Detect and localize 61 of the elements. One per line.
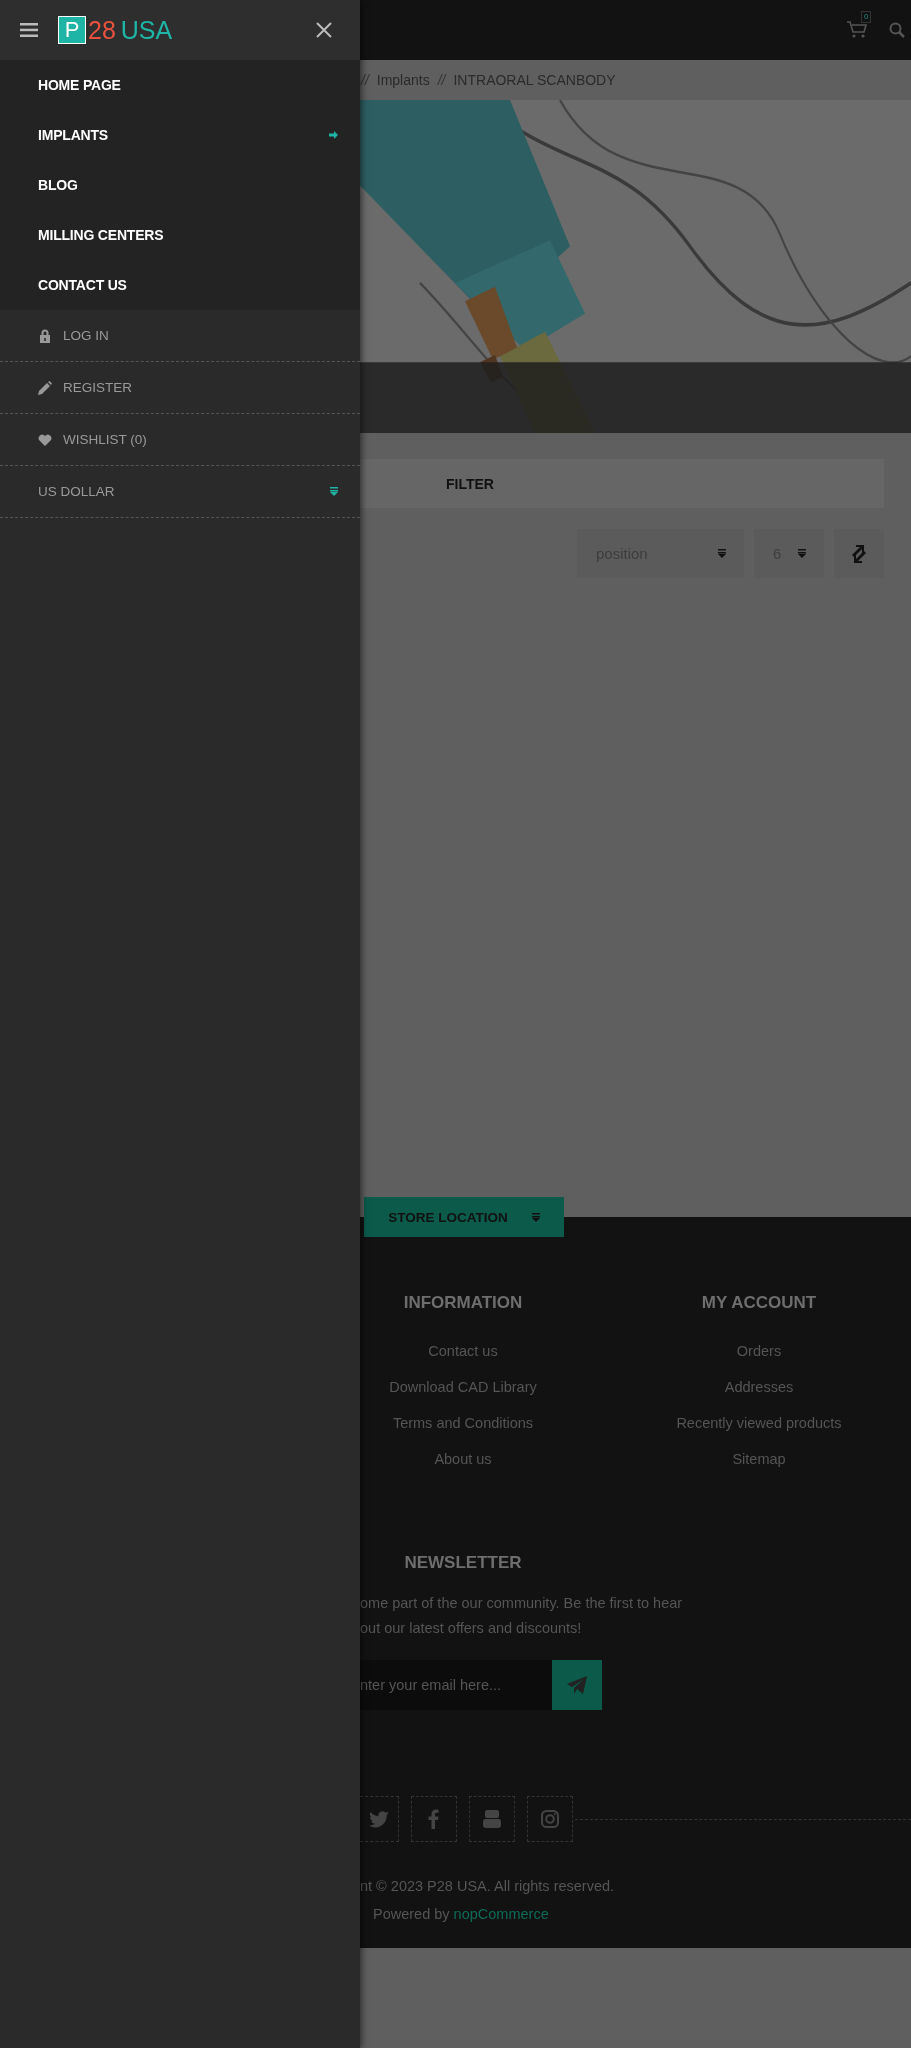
caret-icon — [330, 487, 338, 496]
footer-link[interactable]: Orders — [736, 1333, 782, 1369]
social-link[interactable] — [469, 1796, 515, 1842]
logo-text[interactable]: USA — [120, 15, 173, 45]
footer-link[interactable]: Contact us — [428, 1333, 498, 1369]
filter-bar[interactable]: FILTER — [360, 459, 884, 508]
close-icon[interactable] — [316, 22, 332, 38]
twitter-icon — [369, 1809, 389, 1829]
logo-number[interactable]: 28 — [88, 15, 116, 45]
cart-count: 0 — [861, 11, 872, 23]
newsletter-title: NEWSLETTER — [403, 1553, 523, 1573]
menu-item[interactable]: IMPLANTS — [0, 110, 360, 160]
footer-link[interactable]: Terms and Conditions — [392, 1405, 534, 1441]
powered-by-text: Powered by nopCommerce — [372, 1906, 550, 1922]
subscribe-button[interactable] — [552, 1660, 602, 1710]
menu-item[interactable]: CONTACT US — [0, 260, 360, 310]
sort-direction-button[interactable] — [834, 529, 884, 578]
link-label: REGISTER — [63, 380, 132, 395]
footer-link[interactable]: Recently viewed products — [676, 1405, 842, 1441]
menu-item[interactable]: HOME PAGE — [0, 60, 360, 110]
footer-link[interactable]: Addresses — [724, 1369, 794, 1405]
caret-icon — [718, 549, 726, 558]
filter-label: FILTER — [446, 475, 494, 492]
pencil-icon — [38, 380, 52, 395]
social-link[interactable] — [360, 1796, 399, 1842]
breadcrumb-separator: // — [361, 72, 369, 88]
copyright-text: nt © 2023 P28 USA. All rights reserved. — [360, 1878, 616, 1894]
arrow-icon[interactable] — [329, 131, 338, 139]
menu-label: BLOG — [38, 177, 78, 193]
menu-label: IMPLANTS — [38, 127, 108, 143]
breadcrumb-separator: // — [437, 72, 446, 88]
store-location-button[interactable]: STORE LOCATION — [364, 1197, 564, 1237]
instagram-icon — [540, 1809, 560, 1829]
logo-mark[interactable]: P — [58, 16, 86, 44]
footer-link[interactable]: Sitemap — [732, 1441, 786, 1477]
menu-label: HOME PAGE — [38, 77, 121, 93]
menu-icon[interactable] — [20, 23, 38, 37]
nopcommerce-link[interactable]: nopCommerce — [453, 1906, 549, 1922]
search-icon[interactable] — [889, 22, 905, 38]
footer-link[interactable]: About us — [434, 1441, 492, 1477]
link-label: LOG IN — [63, 328, 109, 343]
cart-icon[interactable] — [847, 21, 867, 39]
footer-link[interactable]: Download CAD Library — [389, 1369, 537, 1405]
paper-plane-icon — [567, 1676, 587, 1694]
menu-item[interactable]: MILLING CENTERS — [0, 210, 360, 260]
column-title: INFORMATION — [403, 1293, 523, 1313]
caret-icon — [531, 1212, 540, 1222]
swap-arrows-icon — [850, 544, 868, 563]
menu-label: CONTACT US — [38, 277, 127, 293]
column-title: MY ACCOUNT — [701, 1293, 817, 1313]
newsletter-text: ome part of the our community. Be the first to hear out our latest offers and discounts! — [360, 1594, 684, 1638]
social-link[interactable] — [527, 1796, 573, 1842]
social-link[interactable] — [411, 1796, 457, 1842]
caret-icon — [798, 549, 806, 558]
heart-icon — [38, 432, 52, 447]
menu-item[interactable]: BLOG — [0, 160, 360, 210]
link-label: WISHLIST (0) — [63, 432, 147, 447]
link-label: US DOLLAR — [38, 484, 115, 499]
lock-icon — [38, 328, 52, 343]
email-field[interactable]: nter your email here... — [360, 1660, 552, 1710]
menu-label: MILLING CENTERS — [38, 227, 164, 243]
